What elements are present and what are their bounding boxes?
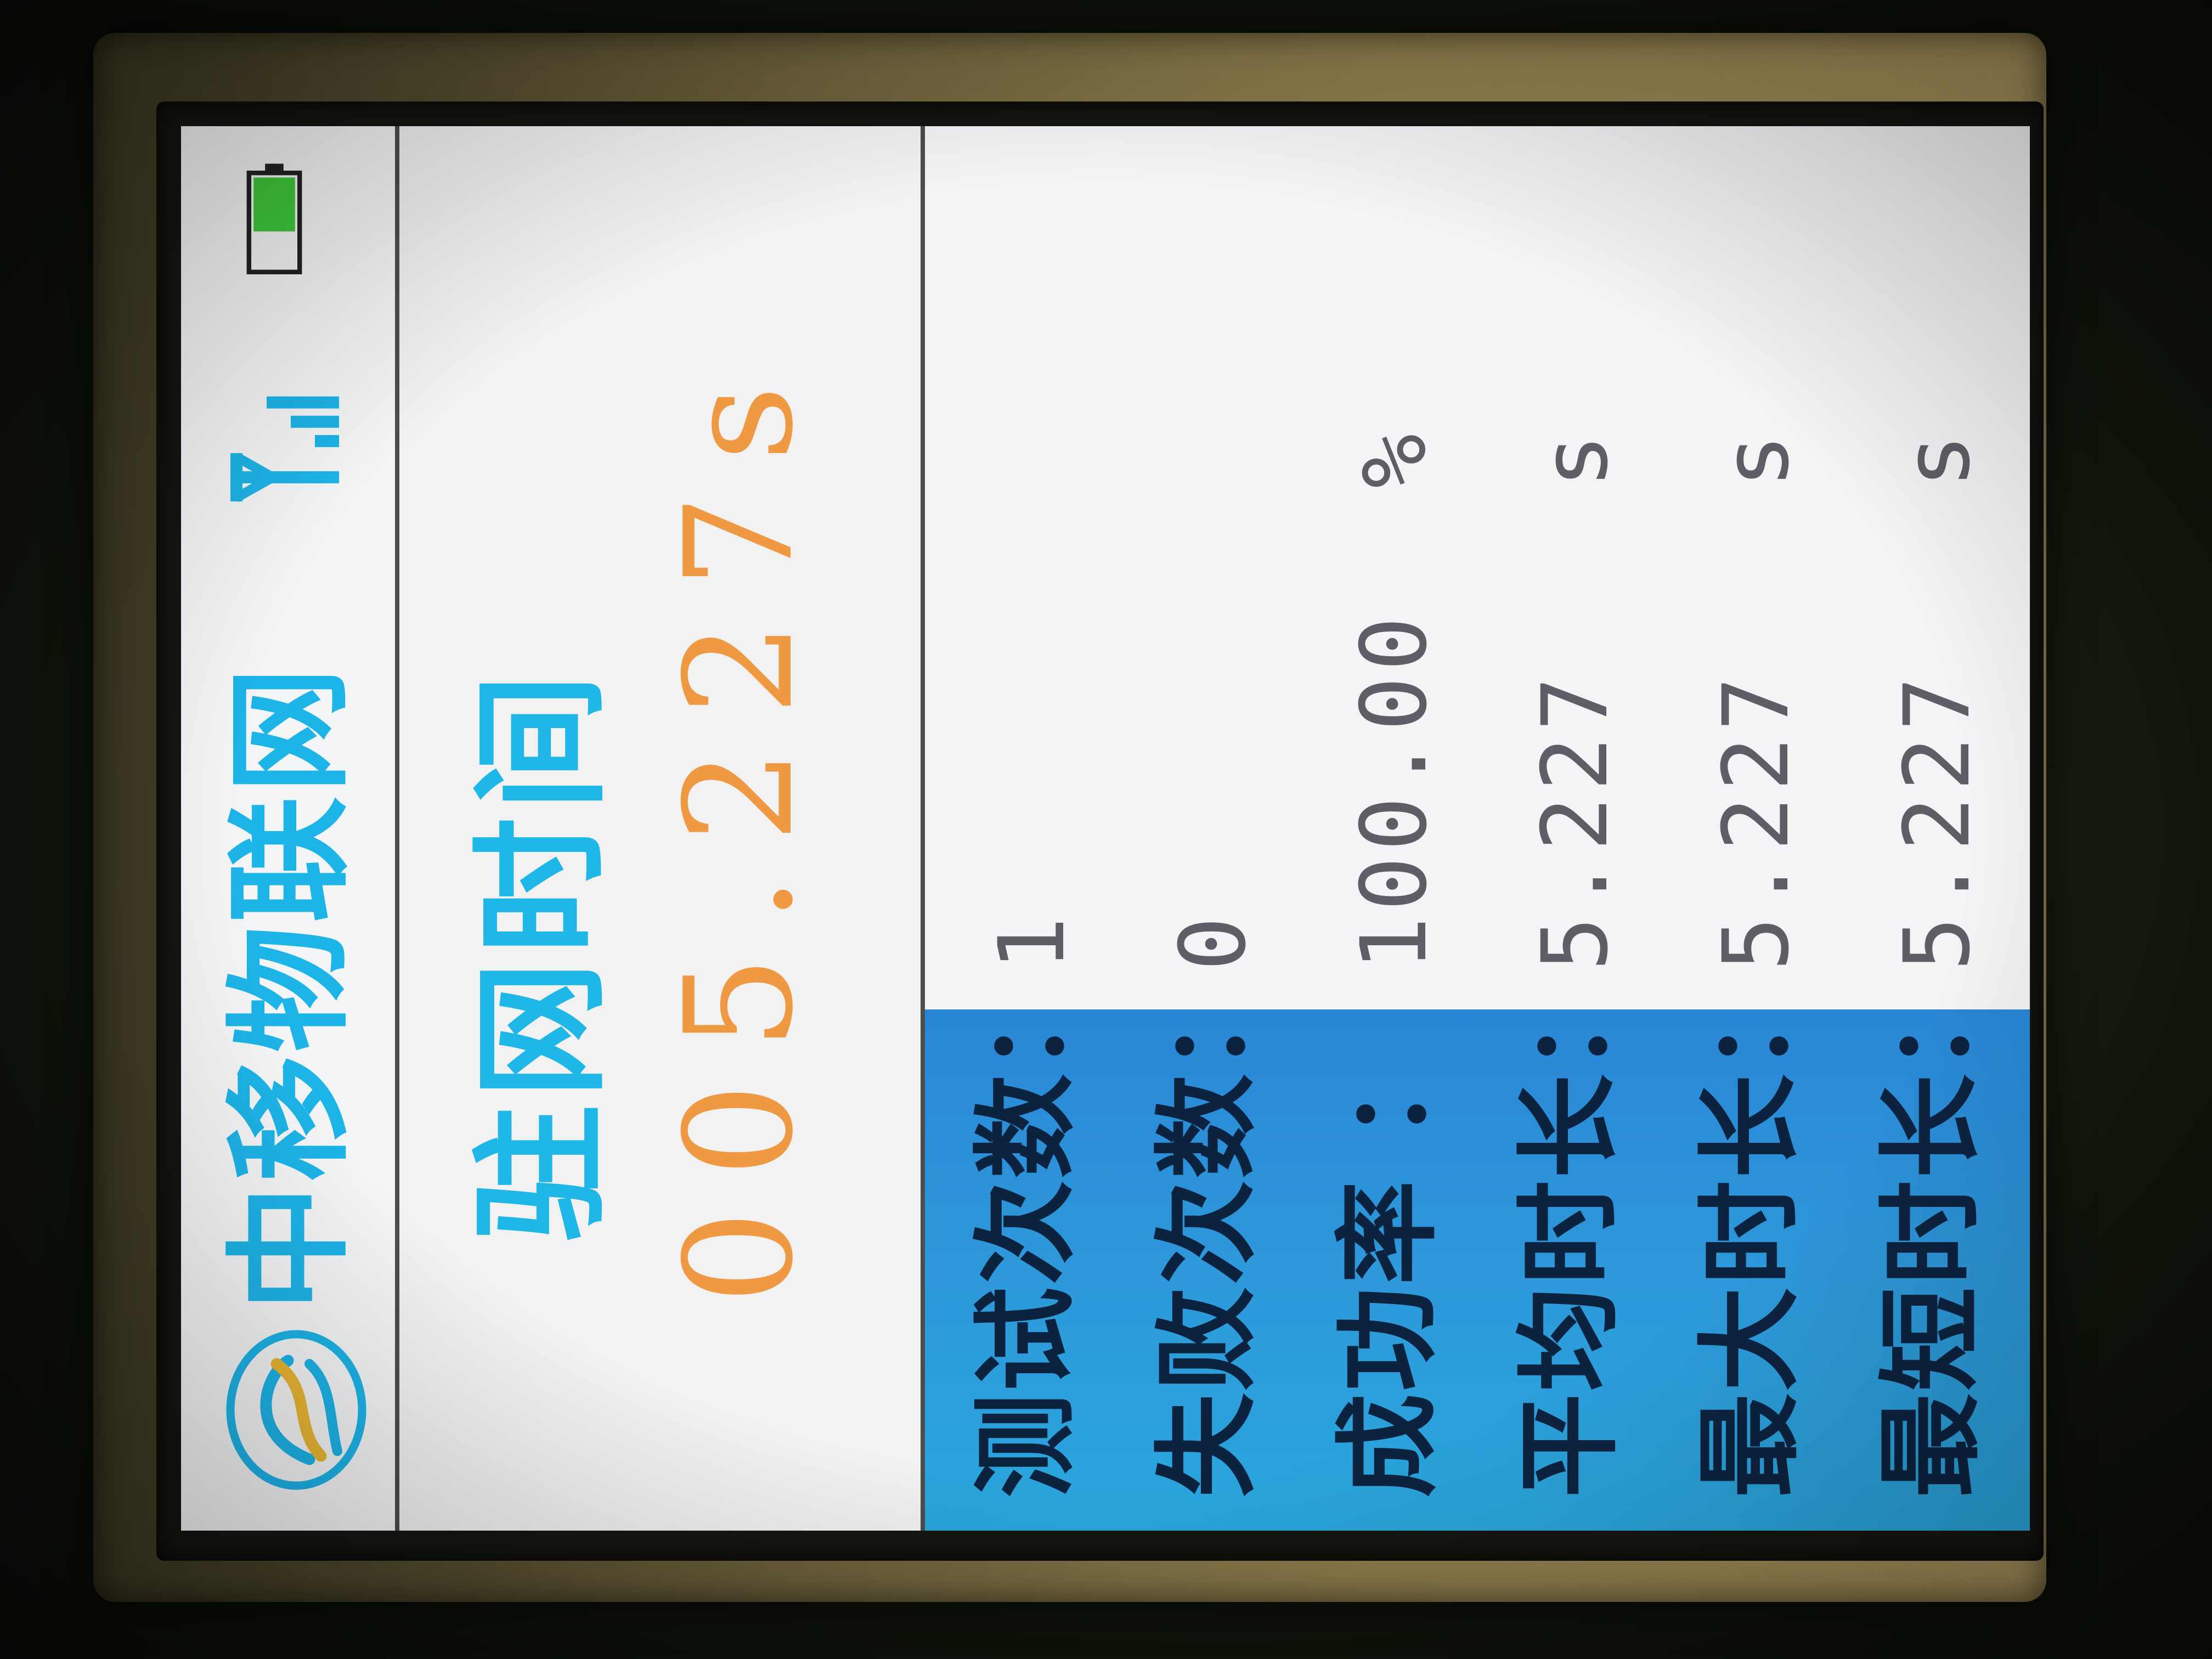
stat-label: 平均时长：	[1509, 965, 1630, 1498]
attach-time-panel: 驻网时间 005.227s	[399, 126, 925, 1531]
signal-strength-icon	[230, 396, 339, 503]
china-mobile-logo-icon	[226, 1330, 366, 1490]
stat-label: 最大时长：	[1690, 965, 1811, 1498]
screen-content: 中移物联网 驻网时间 005.227s 测试次数： 1 失败次数： 0 成功率 …	[181, 126, 2030, 1531]
carrier-name: 中移物联网	[217, 663, 364, 1311]
device-screen: 中移物联网 驻网时间 005.227s 测试次数： 1 失败次数： 0 成功率 …	[181, 126, 2030, 1531]
status-bar: 中移物联网	[181, 126, 399, 1531]
stat-row-max-duration: 最大时长： 5.227 s	[1655, 126, 1836, 1531]
stat-value: 5.227	[1884, 671, 1990, 971]
stat-row-avg-duration: 平均时长： 5.227 s	[1474, 126, 1655, 1531]
battery-icon	[246, 163, 302, 274]
stat-value: 5.227	[1522, 671, 1628, 971]
stat-unit: s	[1884, 433, 1990, 488]
stat-value: 5.227	[1703, 671, 1809, 971]
stat-row-min-duration: 最短时长： 5.227 s	[1836, 126, 2017, 1531]
stat-label: 失败次数：	[1147, 965, 1268, 1498]
stat-value: 1	[979, 911, 1085, 971]
stat-unit: s	[1522, 433, 1628, 488]
stat-row-test-count: 测试次数： 1	[930, 126, 1111, 1531]
stat-label: 成功率 ：	[1328, 1033, 1449, 1498]
stat-unit: s	[1703, 433, 1809, 488]
attach-time-label: 驻网时间	[462, 667, 622, 1242]
stat-label: 最短时长：	[1871, 965, 1992, 1498]
attach-time-value: 005.227s	[653, 352, 826, 1305]
stat-value: 100.00	[1341, 611, 1447, 971]
stat-label: 测试次数：	[966, 965, 1087, 1498]
stat-value: 0	[1160, 911, 1266, 971]
stats-table: 测试次数： 1 失败次数： 0 成功率 ： 100.00 % 平均时长： 5.2…	[925, 126, 2030, 1531]
stat-unit: %	[1341, 433, 1447, 488]
stat-row-success-rate: 成功率 ： 100.00 %	[1293, 126, 1474, 1531]
photo-scene: 中移物联网 驻网时间 005.227s 测试次数： 1 失败次数： 0 成功率 …	[0, 0, 2212, 1659]
stat-row-fail-count: 失败次数： 0	[1111, 126, 1293, 1531]
